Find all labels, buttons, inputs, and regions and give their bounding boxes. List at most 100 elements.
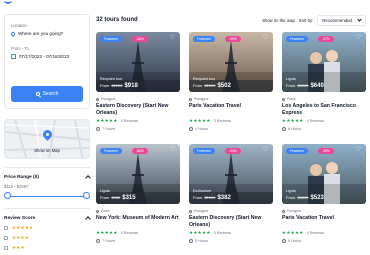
results-panel: 32 tours found Show on the map Sort by: … bbox=[95, 14, 366, 250]
heart-icon[interactable]: ♡ bbox=[169, 147, 176, 154]
review-filter-title: Review Score bbox=[4, 215, 36, 221]
tour-card[interactable]: Featured -37% ♡ Ligula From $1000 $640 P… bbox=[281, 32, 366, 138]
price-from-label: From bbox=[286, 83, 296, 88]
review-stars: ★★★★ bbox=[12, 235, 29, 240]
tour-image[interactable]: Featured -37% ♡ Ligula From $1000 $640 bbox=[282, 32, 366, 92]
location-pin-icon bbox=[95, 96, 100, 102]
tour-duration-text: 7 Hours bbox=[102, 239, 116, 243]
slider-handle-max[interactable] bbox=[83, 192, 90, 199]
chevron-up-icon bbox=[85, 175, 91, 181]
tour-title[interactable]: Eastern Discovery (Start New Orleans) bbox=[189, 215, 273, 228]
tour-image[interactable]: Featured -50% ♡ Recycled tour From $1500… bbox=[189, 32, 273, 92]
tour-rating: ★★★★★ 4 Reviews bbox=[96, 230, 180, 236]
tour-duration-text: 4 Hours bbox=[195, 127, 209, 131]
tour-tag: Ligula bbox=[100, 189, 110, 193]
review-checkbox[interactable] bbox=[4, 226, 8, 230]
review-stars: ★★★ bbox=[12, 245, 25, 250]
tour-price: From $1800 $523 bbox=[286, 195, 324, 201]
tour-card[interactable]: Featured -30% ♡ Ligula From $1800 $523 R… bbox=[281, 144, 366, 250]
featured-badge: Featured bbox=[286, 148, 308, 154]
tour-title[interactable]: Paris Vacation Travel bbox=[189, 103, 273, 116]
show-on-map-link[interactable]: Show on the map bbox=[262, 18, 295, 23]
calendar-icon bbox=[11, 54, 16, 59]
tour-card[interactable]: Featured -83% ♡ Ecotourism From $1500 $3… bbox=[188, 144, 273, 250]
dates-field[interactable]: 07/17/2023 - 07/18/2023 bbox=[11, 54, 83, 59]
price-from-label: From bbox=[100, 195, 110, 200]
featured-badge: Featured bbox=[100, 148, 122, 154]
location-field[interactable]: Where are you going? bbox=[10, 30, 83, 37]
tour-tag: Recycled tour bbox=[193, 77, 215, 81]
sort-dropdown[interactable]: Recommended bbox=[317, 14, 366, 26]
tour-title[interactable]: New York: Museum of Modern Art bbox=[96, 215, 180, 228]
tour-location-text: Rongpur bbox=[194, 209, 209, 213]
price-filter-header[interactable]: Price Range ($) bbox=[4, 174, 91, 181]
results-count: 32 tours found bbox=[96, 17, 138, 23]
show-on-map-label[interactable]: Show on Map bbox=[5, 148, 89, 153]
tour-image[interactable]: Featured -38% ♡ Recycled tour From $1200… bbox=[96, 32, 180, 92]
rating-stars: ★★★★★ bbox=[189, 118, 211, 123]
price-from-label: From bbox=[100, 83, 110, 88]
search-button[interactable]: Search bbox=[11, 86, 83, 102]
tour-duration: 5 Hours bbox=[189, 239, 273, 243]
old-price: $1200 bbox=[111, 83, 123, 88]
slider-track bbox=[8, 195, 86, 197]
tour-location-text: Rongpur bbox=[287, 209, 302, 213]
discount-badge: -30% bbox=[318, 148, 334, 154]
logo[interactable] bbox=[4, 0, 12, 4]
price-from-label: From bbox=[286, 195, 296, 200]
tour-location: Rongpur bbox=[281, 208, 366, 214]
old-price: $1000 bbox=[297, 83, 309, 88]
review-filter-header[interactable]: Review Score bbox=[4, 215, 91, 222]
search-button-label: Search bbox=[42, 91, 59, 97]
tour-location: Rongpur bbox=[188, 96, 273, 102]
discount-badge: -37% bbox=[318, 36, 334, 42]
tour-title[interactable]: Paris Vacation Travel bbox=[282, 215, 366, 228]
tour-card[interactable]: Featured -38% ♡ Recycled tour From $1200… bbox=[95, 32, 180, 138]
clock-icon bbox=[189, 239, 193, 243]
review-option[interactable]: ★★★★★ bbox=[4, 225, 90, 231]
tour-tag: Recycled tour bbox=[100, 77, 122, 81]
heart-icon[interactable]: ♡ bbox=[169, 35, 176, 42]
tour-image[interactable]: Featured -56% ♡ Ligula From $980 $315 bbox=[96, 144, 180, 204]
old-price: $1800 bbox=[297, 195, 309, 200]
tour-title[interactable]: Los Angeles to San Francisco Express bbox=[282, 103, 366, 116]
location-pin-icon bbox=[281, 96, 286, 102]
discount-badge: -38% bbox=[132, 36, 148, 42]
location-pin-icon bbox=[281, 208, 286, 214]
tour-rating: ★★★★★ 4 Reviews bbox=[282, 230, 366, 236]
price-filter: Price Range ($) $118 - $1597 bbox=[4, 167, 91, 200]
review-option[interactable]: ★★★★ bbox=[4, 235, 90, 241]
tour-duration: 4 Hours bbox=[189, 127, 273, 131]
tour-tag: Ligula bbox=[286, 77, 296, 81]
price-range-value: $118 - $1597 bbox=[4, 184, 29, 189]
heart-icon[interactable]: ♡ bbox=[262, 147, 269, 154]
tour-duration-text: 6 Hours bbox=[288, 239, 302, 243]
tour-location: Rongpur bbox=[188, 208, 273, 214]
tour-location: Paris bbox=[281, 96, 366, 102]
review-checkbox[interactable] bbox=[4, 246, 8, 250]
old-price: $1500 bbox=[204, 83, 216, 88]
map-preview[interactable]: Show on Map bbox=[4, 119, 90, 159]
tour-title[interactable]: Eastern Discovery (Start New Orleans) bbox=[96, 103, 180, 116]
heart-icon[interactable]: ♡ bbox=[355, 147, 362, 154]
review-count: 3 Reviews bbox=[213, 119, 232, 123]
review-stars: ★★★★★ bbox=[12, 225, 34, 230]
clock-icon bbox=[189, 127, 193, 131]
heart-icon[interactable]: ♡ bbox=[355, 35, 362, 42]
new-price: $523 bbox=[310, 195, 324, 201]
search-card: Location Where are you going? From - To … bbox=[4, 14, 90, 109]
tour-location-text: Paris bbox=[101, 209, 110, 213]
tour-card[interactable]: Featured -50% ♡ Recycled tour From $1500… bbox=[188, 32, 273, 138]
tour-duration-text: 7 Hours bbox=[102, 127, 116, 131]
tour-card[interactable]: Featured -56% ♡ Ligula From $980 $315 Pa… bbox=[95, 144, 180, 250]
slider-handle-min[interactable] bbox=[4, 192, 11, 199]
clock-icon bbox=[96, 127, 100, 131]
price-slider[interactable] bbox=[4, 192, 90, 200]
tour-image[interactable]: Featured -83% ♡ Ecotourism From $1500 $3… bbox=[189, 144, 273, 204]
location-label: Location bbox=[11, 23, 27, 28]
heart-icon[interactable]: ♡ bbox=[262, 35, 269, 42]
review-option[interactable]: ★★★ bbox=[4, 245, 90, 251]
tour-image[interactable]: Featured -30% ♡ Ligula From $1800 $523 bbox=[282, 144, 366, 204]
review-checkbox[interactable] bbox=[4, 236, 8, 240]
search-icon bbox=[35, 92, 40, 96]
